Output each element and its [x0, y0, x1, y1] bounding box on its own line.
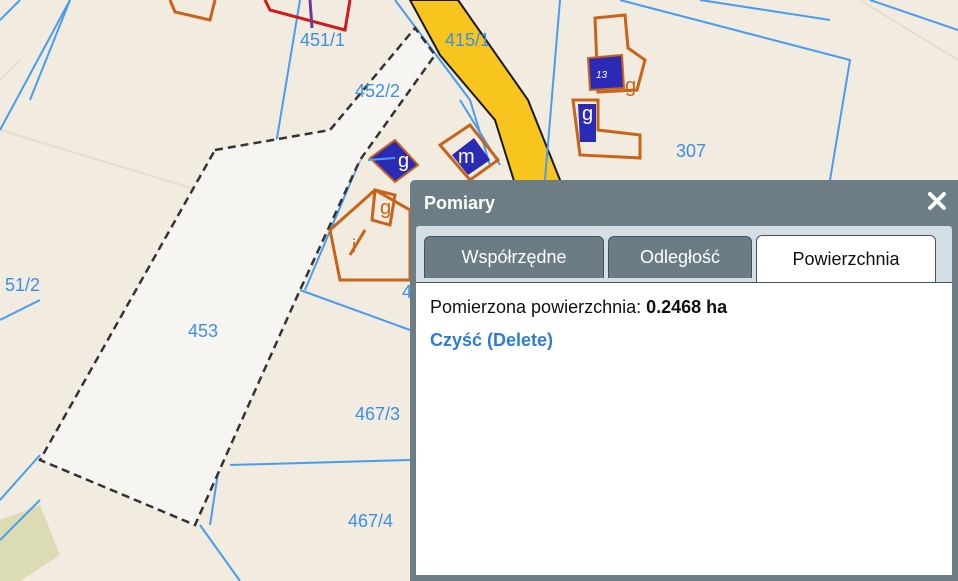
building-label: 13 — [596, 70, 608, 81]
parcel-label: 451/1 — [300, 30, 345, 50]
building-label: g — [398, 150, 409, 172]
close-icon[interactable] — [926, 190, 948, 212]
panel-header[interactable]: Pomiary — [410, 180, 958, 226]
measurement-value: 0.2468 ha — [646, 297, 728, 317]
building-label: i — [352, 236, 356, 256]
tab-distance[interactable]: Odległość — [608, 236, 752, 278]
parcel-label: 467/3 — [355, 404, 400, 424]
parcel-label: 307 — [676, 141, 706, 161]
clear-link[interactable]: Czyść (Delete) — [430, 330, 553, 351]
measurement-label: Pomierzona powierzchnia: — [430, 297, 647, 317]
parcel-label: 51/2 — [5, 275, 40, 295]
close-icon-glyph — [928, 192, 946, 210]
measurements-panel: Pomiary Współrzędne Odległość Powierzchn… — [410, 180, 958, 581]
building-label: g — [625, 75, 636, 97]
building-label: g — [380, 197, 391, 219]
parcel-label: 467/4 — [348, 511, 393, 531]
parcel-label: 452/2 — [355, 81, 400, 101]
tab-strip: Współrzędne Odległość Powierzchnia — [416, 226, 952, 282]
building-label: g — [582, 103, 593, 125]
tab-area[interactable]: Powierzchnia — [756, 235, 936, 282]
building-label: m — [458, 146, 475, 168]
measurement-result: Pomierzona powierzchnia: 0.2468 ha — [430, 297, 938, 318]
tab-coordinates[interactable]: Współrzędne — [424, 236, 604, 278]
tab-content: Pomierzona powierzchnia: 0.2468 ha Czyść… — [416, 282, 952, 575]
parcel-label: 415/1 — [445, 30, 490, 50]
panel-title: Pomiary — [424, 193, 496, 213]
parcel-label: 453 — [188, 321, 218, 341]
